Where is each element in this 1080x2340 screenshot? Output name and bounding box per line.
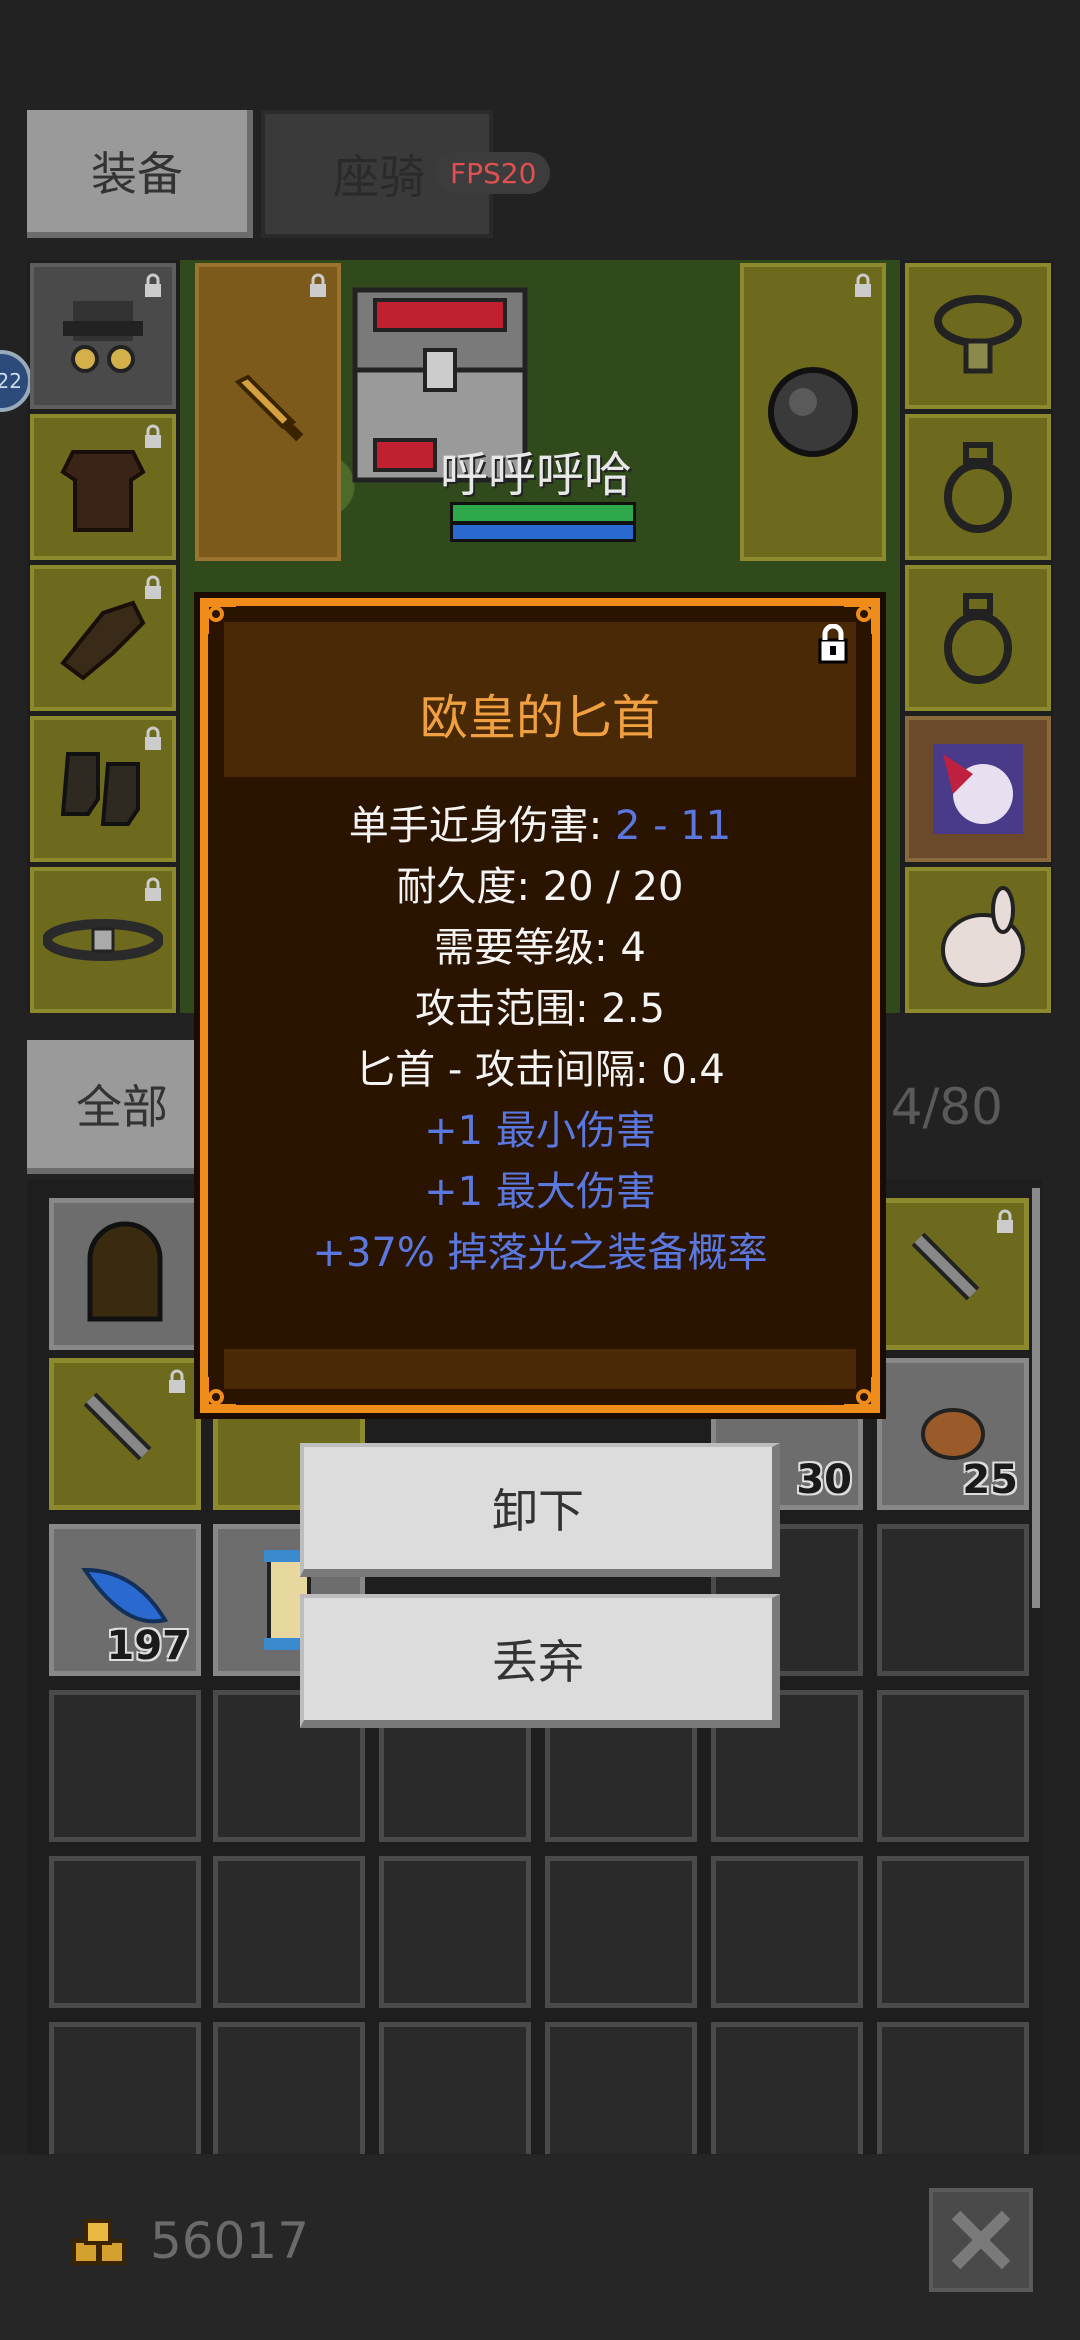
inventory-slot-meat[interactable]: 25 [877,1358,1029,1510]
stat-bonus-min-damage: +1 最小伤害 [424,1108,656,1154]
tab-equipment-label: 装备 [91,147,183,201]
stat-required-level: 需要等级: 4 [434,925,646,971]
lock-toggle-icon[interactable] [816,624,850,664]
helmet-goggles-icon [63,301,143,373]
slot-boots[interactable] [30,716,176,862]
slot-helmet[interactable] [30,263,176,409]
slot-ring-2[interactable] [905,565,1051,711]
corner-ornament-icon [203,601,236,634]
inventory-slot[interactable] [711,1856,863,2008]
dagger-icon [234,374,304,442]
player-name: 呼呼呼哈 [440,447,633,503]
dagger-icon [83,1392,152,1461]
ring-icon [944,593,1012,684]
slot-belt[interactable] [30,867,176,1013]
gold-amount: 56017 [150,2212,310,2270]
item-count: 25 [962,1457,1018,1503]
meat-icon [921,1408,985,1460]
discard-label: 丢弃 [492,1635,584,1689]
stat-attack-interval: 匕首 - 攻击间隔: 0.4 [355,1047,725,1093]
slot-gloves[interactable] [30,565,176,711]
tooltip-footer [224,1349,856,1389]
inventory-slot[interactable] [213,1856,365,2008]
stat-bonus-drop-rate: +37% 掉落光之装备概率 [312,1230,768,1276]
slot-pet[interactable] [905,716,1051,862]
dagger-icon [911,1232,980,1301]
mana-bar [450,522,636,542]
gloves-icon [60,600,146,681]
pet-icon [933,744,1023,834]
shield-icon [768,367,858,457]
rabbit-icon [941,886,1025,987]
armor-icon [60,450,146,532]
item-tooltip: 欧皇的匕首 单手近身伤害: 2 - 11 耐久度: 20 / 20 需要等级: … [194,592,886,1419]
stat-damage-value: 2 - 11 [614,803,732,849]
item-title: 欧皇的匕首 [419,690,660,746]
lock-icon [855,273,871,297]
unequip-label: 卸下 [492,1484,584,1538]
inventory-slot[interactable] [49,2022,201,2154]
lock-icon [310,273,326,297]
inventory-slot[interactable] [379,2022,531,2154]
inventory-capacity: 14/80 [858,1078,1003,1136]
tab-equipment[interactable]: 装备 [27,110,253,238]
stat-attack-range: 攻击范围: 2.5 [415,986,665,1032]
health-bar [450,502,636,524]
inventory-slot[interactable] [877,1856,1029,2008]
inventory-slot[interactable] [877,1524,1029,1676]
inventory-slot[interactable] [877,1690,1029,1842]
lock-icon [145,877,161,901]
slot-mount[interactable] [905,867,1051,1013]
inventory-slot[interactable] [379,1856,531,2008]
tab-mount-label: 座骑 [333,150,425,204]
inventory-slot[interactable] [213,2022,365,2154]
item-count: 197 [106,1623,191,1669]
inventory-slot-dagger-2[interactable] [49,1358,201,1510]
necklace-icon [934,295,1022,374]
corner-ornament-icon [203,1377,236,1410]
slot-offhand[interactable] [740,263,886,561]
filter-all-button[interactable]: 全部 [27,1040,217,1174]
discard-button[interactable]: 丢弃 [300,1594,780,1728]
slot-weapon[interactable] [195,263,341,561]
side-bubble-label: 22 [0,369,22,393]
slot-armor[interactable] [30,414,176,560]
inventory-scrollbar[interactable] [1032,1188,1040,1608]
slot-necklace[interactable] [905,263,1051,409]
corner-ornament-icon [844,1377,877,1410]
stat-bonus-max-damage: +1 最大伤害 [424,1169,656,1215]
close-button[interactable] [929,2188,1033,2292]
inventory-slot[interactable] [711,2022,863,2154]
hood-icon [87,1221,163,1322]
gold-icon [72,2219,126,2265]
belt-icon [43,919,163,961]
ring-icon [944,442,1012,533]
inventory-slot-dagger[interactable] [877,1198,1029,1350]
close-icon [951,2210,1011,2270]
filter-all-label: 全部 [76,1080,168,1134]
inventory-slot[interactable] [545,2022,697,2154]
inventory-slot[interactable] [877,2022,1029,2154]
slot-ring-1[interactable] [905,414,1051,560]
inventory-slot-hood[interactable] [49,1198,201,1350]
stat-damage: 单手近身伤害: 2 - 11 [208,796,872,857]
inventory-slot[interactable] [49,1856,201,2008]
inventory-slot[interactable] [49,1690,201,1842]
fps-badge: FPS20 [436,152,551,194]
stat-damage-label: 单手近身伤害: [348,803,615,849]
unequip-button[interactable]: 卸下 [300,1443,780,1577]
inventory-slot[interactable] [545,1856,697,2008]
boots-icon [60,752,140,826]
stat-durability: 耐久度: 20 / 20 [396,864,684,910]
inventory-slot-feather[interactable]: 197 [49,1524,201,1676]
item-stats: 单手近身伤害: 2 - 11 耐久度: 20 / 20 需要等级: 4 攻击范围… [208,796,872,1284]
item-count: 30 [796,1457,852,1503]
